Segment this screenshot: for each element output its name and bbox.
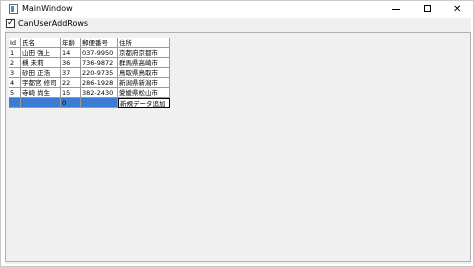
cell-id[interactable]: 4	[9, 78, 21, 88]
column-header-age[interactable]: 年齢	[61, 38, 81, 48]
client-area: ✓ CanUserAddRows Id 氏名 年齢 郵便番号 住所 1 山田 強…	[5, 18, 471, 264]
checkmark-icon: ✓	[7, 18, 15, 28]
cell-zip[interactable]: 220-9735	[81, 68, 118, 78]
maximize-button[interactable]	[413, 1, 443, 18]
cell-zip[interactable]: 382-2430	[81, 88, 118, 98]
column-header-address[interactable]: 住所	[118, 38, 170, 48]
cell-id[interactable]: 5	[9, 88, 21, 98]
maximize-icon	[424, 5, 431, 12]
app-icon	[9, 4, 18, 14]
column-header-zip[interactable]: 郵便番号	[81, 38, 118, 48]
can-user-add-rows-checkbox[interactable]: ✓	[6, 18, 15, 28]
cell-name[interactable]	[21, 98, 61, 108]
cell-zip[interactable]: 037-9950	[81, 48, 118, 58]
data-grid[interactable]: Id 氏名 年齢 郵便番号 住所 1 山田 強上 14 037-9950 京都府…	[5, 32, 471, 262]
cell-id[interactable]: 2	[9, 58, 21, 68]
window-title: MainWindow	[22, 4, 73, 13]
cell-age[interactable]: 14	[61, 48, 81, 58]
cell-zip[interactable]: 286-1928	[81, 78, 118, 88]
cell-address[interactable]: 新潟県新潟市	[118, 78, 170, 88]
cell-id[interactable]: 1	[9, 48, 21, 58]
close-icon: ✕	[453, 4, 462, 15]
minimize-icon	[392, 9, 400, 10]
cell-age[interactable]: 22	[61, 78, 81, 88]
cell-age[interactable]: 15	[61, 88, 81, 98]
cell-address[interactable]: 鳥取県鳥取市	[118, 68, 170, 78]
cell-id[interactable]	[9, 98, 21, 108]
cell-age[interactable]: 37	[61, 68, 81, 78]
cell-id[interactable]: 3	[9, 68, 21, 78]
can-user-add-rows-label: CanUserAddRows	[18, 19, 89, 28]
main-window: MainWindow ✕ ✓ CanUserAddRows Id 氏名 年齢 郵…	[0, 0, 474, 267]
cell-name[interactable]: 槻 未莉	[21, 58, 61, 68]
column-header-name[interactable]: 氏名	[21, 38, 61, 48]
close-button[interactable]: ✕	[443, 1, 473, 18]
cell-name[interactable]: 砂田 正浩	[21, 68, 61, 78]
cell-address[interactable]: 愛媛県松山市	[118, 88, 170, 98]
cell-zip[interactable]	[81, 98, 118, 108]
cell-age[interactable]: 0	[61, 98, 81, 108]
cell-name[interactable]: 山田 強上	[21, 48, 61, 58]
cell-name[interactable]: 寺崎 尚生	[21, 88, 61, 98]
cell-address[interactable]: 群馬県高崎市	[118, 58, 170, 68]
column-header-id[interactable]: Id	[9, 38, 21, 48]
title-bar[interactable]: MainWindow ✕	[1, 1, 473, 18]
cell-address-editing[interactable]: 新規データ追加	[118, 98, 170, 108]
cell-address[interactable]: 京都府京都市	[118, 48, 170, 58]
minimize-button[interactable]	[381, 1, 411, 18]
cell-zip[interactable]: 736-9872	[81, 58, 118, 68]
cell-name[interactable]: 宇都宮 修司	[21, 78, 61, 88]
cell-age[interactable]: 36	[61, 58, 81, 68]
